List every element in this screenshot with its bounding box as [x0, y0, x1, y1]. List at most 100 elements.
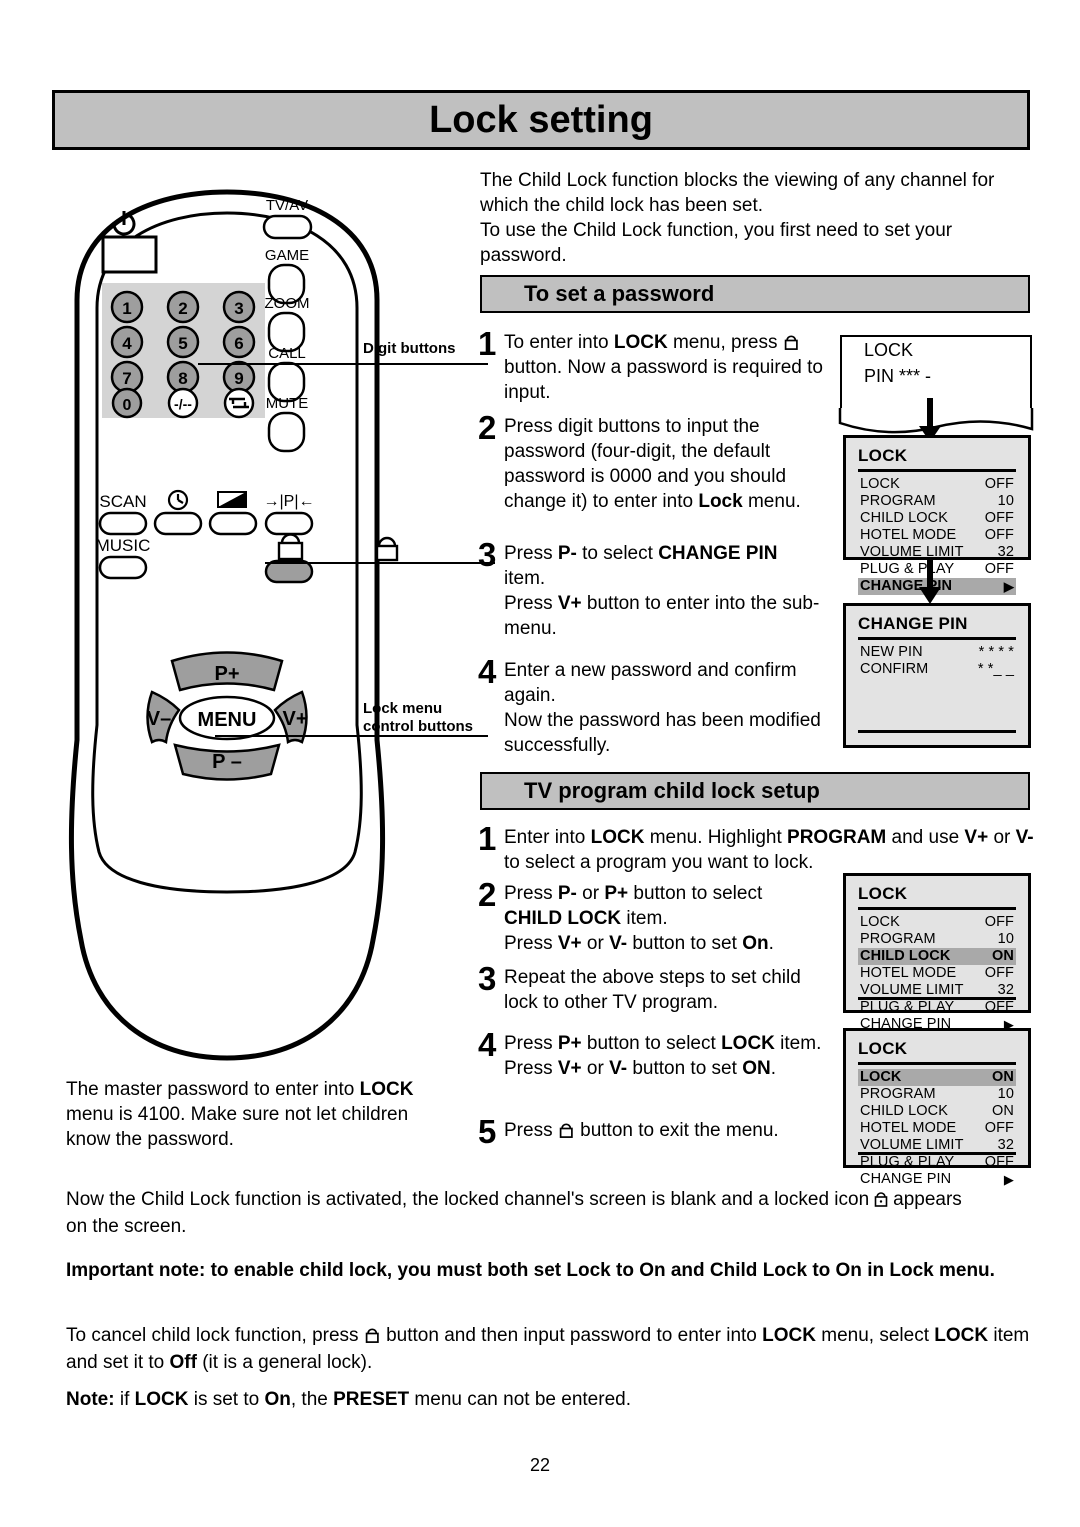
call-label: CALL: [268, 345, 306, 362]
osd-row[interactable]: LOCK OFF: [858, 914, 1016, 931]
lock-button[interactable]: [264, 559, 314, 584]
digit-button-0[interactable]: 0: [111, 387, 143, 419]
osd-row-label: PLUG & PLAY: [860, 999, 955, 1015]
digit-button-2[interactable]: 2: [166, 290, 200, 324]
osd-row[interactable]: CHILD LOCK OFF: [858, 510, 1016, 527]
svg-text:8: 8: [178, 369, 187, 388]
digit-button-5[interactable]: 5: [166, 325, 200, 359]
master-password-note: The master password to enter into LOCK m…: [66, 1077, 466, 1152]
osd-row[interactable]: NEW PIN * * * *: [858, 644, 1016, 661]
osd-row[interactable]: LOCK ON: [858, 1069, 1016, 1086]
osd-row-label: PLUG & PLAY: [860, 1154, 955, 1170]
step-password-3: 3 Press P- to select CHANGE PIN item. Pre…: [478, 538, 823, 641]
osd-rows: NEW PIN * * * * CONFIRM * *_ _: [858, 644, 1016, 678]
step-childlock-5: 5 Press button to exit the menu.: [478, 1113, 823, 1150]
osd-pin-line-2: PIN *** -: [864, 366, 932, 386]
osd-row-label: PROGRAM: [860, 1086, 936, 1102]
leader-line-lock-menu: [215, 735, 488, 737]
osd-row-value: 10: [997, 493, 1014, 509]
tvav-button[interactable]: [262, 214, 313, 240]
master-note-line-1: The master password to enter into LOCK: [66, 1079, 414, 1100]
timer-button[interactable]: [153, 511, 203, 536]
mute-button[interactable]: [267, 411, 306, 453]
osd-row[interactable]: HOTEL MODE OFF: [858, 965, 1016, 982]
preset-note: Note: if LOCK is set to On, the PRESET m…: [66, 1386, 1031, 1413]
osd-row-value: OFF: [984, 510, 1014, 526]
svg-text:3: 3: [234, 299, 243, 318]
padlock-icon-inline: [783, 334, 800, 351]
osd-lock-menu-1: LOCK LOCK OFF PROGRAM 10 CHILD LOCK OFF HOTEL …: [843, 435, 1031, 595]
digit-button-9[interactable]: 9: [222, 360, 256, 394]
osd-row-label: LOCK: [860, 476, 900, 492]
master-note-line-3: know the password.: [66, 1129, 234, 1150]
osd-title: LOCK: [858, 1039, 1016, 1065]
activated-note-text-end: appears: [893, 1189, 962, 1210]
svg-text:V–: V–: [147, 708, 171, 730]
step-number: 3: [478, 960, 497, 997]
scan-button[interactable]: [98, 511, 148, 536]
osd-row-value: 10: [997, 931, 1014, 947]
leader-line-digit-buttons: [198, 363, 488, 365]
osd-row[interactable]: PLUG & PLAY OFF: [858, 999, 1016, 1016]
step-password-1: 1 To enter into LOCK menu, press button.…: [478, 327, 823, 405]
osd-row[interactable]: PROGRAM 10: [858, 493, 1016, 510]
flow-arrow-2: [919, 557, 941, 604]
callout-lock-menu-line2: control buttons: [363, 718, 473, 735]
osd-row[interactable]: PLUG & PLAY OFF: [858, 1154, 1016, 1171]
osd-rows: LOCK ON PROGRAM 10 CHILD LOCK ON HOTEL MODE OFF…: [858, 1069, 1016, 1188]
step-number: 4: [478, 1026, 497, 1063]
swap-channel-button[interactable]: [223, 387, 255, 419]
digit-button-1[interactable]: 1: [110, 290, 144, 324]
digit-button-6[interactable]: 6: [222, 325, 256, 359]
remote-control-svg: 1 2 3 4 5 6 7 8 9 0 -/-- TV/AV GAME ZOOM…: [68, 189, 386, 1061]
callout-digit-buttons-label: Digit buttons: [363, 340, 456, 357]
minus-dashdash-button[interactable]: -/--: [167, 387, 199, 419]
osd-row[interactable]: CHILD LOCK ON: [858, 948, 1016, 965]
osd-row[interactable]: CHILD LOCK ON: [858, 1103, 1016, 1120]
step-number: 5: [478, 1113, 497, 1150]
section-header-set-password: To set a password: [480, 275, 1030, 313]
game-label: GAME: [265, 247, 309, 264]
osd-row[interactable]: HOTEL MODE OFF: [858, 527, 1016, 544]
osd-row[interactable]: PROGRAM 10: [858, 931, 1016, 948]
step-childlock-3: 3 Repeat the above steps to set child lo…: [478, 960, 823, 1015]
picture-button[interactable]: [208, 511, 258, 536]
osd-footer-rule: [858, 997, 1016, 1000]
osd-row[interactable]: PROGRAM 10: [858, 1086, 1016, 1103]
activated-note: Now the Child Lock function is activated…: [66, 1186, 1031, 1240]
power-button[interactable]: [101, 235, 158, 274]
pip-button[interactable]: [264, 511, 314, 536]
digit-button-7[interactable]: 7: [110, 360, 144, 394]
padlock-icon-inline-activated: [874, 1192, 888, 1207]
osd-row-value: OFF: [984, 476, 1014, 492]
nav-p-minus-button[interactable]: P –: [173, 743, 281, 781]
padlock-icon-inline: [558, 1122, 575, 1139]
music-button[interactable]: [98, 555, 148, 580]
osd-row[interactable]: HOTEL MODE OFF: [858, 1120, 1016, 1137]
osd-lock-menu-3: LOCK LOCK ON PROGRAM 10 CHILD LOCK ON HOTEL MO…: [843, 1028, 1031, 1187]
page-title: Lock setting: [429, 98, 653, 141]
osd-row-value: * *_ _: [977, 661, 1014, 677]
osd-row-value: 32: [997, 544, 1014, 560]
digit-button-8[interactable]: 8: [166, 360, 200, 394]
osd-row-value: ▶: [1003, 579, 1014, 594]
step-childlock-1: 1 Enter into LOCK menu. Highlight PROGRA…: [478, 822, 1034, 875]
nav-menu-button[interactable]: MENU: [178, 695, 276, 741]
svg-text:P+: P+: [214, 663, 239, 685]
svg-text:→|P|←: →|P|←: [264, 493, 315, 510]
digit-button-4[interactable]: 4: [110, 325, 144, 359]
intro-line-3: To use the Child Lock function, you firs…: [480, 220, 953, 241]
pip-icon: →|P|←: [264, 493, 315, 510]
osd-title: LOCK: [858, 446, 1016, 472]
osd-row-label: PROGRAM: [860, 931, 936, 947]
activated-note-line-2: on the screen.: [66, 1216, 187, 1237]
svg-text:7: 7: [122, 369, 131, 388]
osd-row[interactable]: LOCK OFF: [858, 476, 1016, 493]
scan-label: SCAN: [99, 492, 146, 511]
digit-button-3[interactable]: 3: [222, 290, 256, 324]
svg-text:9: 9: [234, 369, 243, 388]
nav-p-plus-button[interactable]: P+: [170, 651, 284, 692]
step-number: 4: [478, 653, 497, 690]
music-label: MUSIC: [96, 536, 151, 555]
osd-row[interactable]: CONFIRM * *_ _: [858, 661, 1016, 678]
